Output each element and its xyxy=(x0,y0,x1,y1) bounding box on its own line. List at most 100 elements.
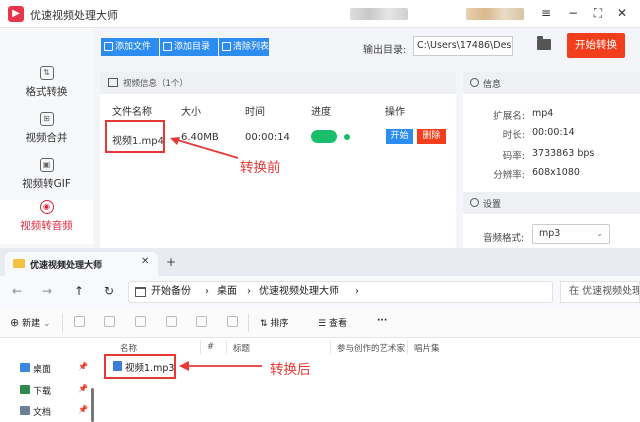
info-value-resolution: 608x1080 xyxy=(532,167,580,178)
file-panel-header: 视频信息（1个） xyxy=(100,72,456,94)
annotation-before: 转换前 xyxy=(240,160,281,176)
col-header-action: 操作 xyxy=(385,107,405,118)
breadcrumb-separator: › xyxy=(355,286,359,297)
sidebar-item-audio[interactable]: ◉ 视频转音频 xyxy=(0,200,93,244)
info-value-ext: mp4 xyxy=(532,108,554,119)
chevron-down-icon: ⌄ xyxy=(42,319,51,329)
output-dir-label: 输出目录: xyxy=(363,45,407,56)
arrow-icon xyxy=(179,361,262,371)
arrow-icon xyxy=(170,137,239,159)
minimize-icon[interactable]: − xyxy=(565,5,581,21)
share-icon[interactable] xyxy=(196,316,207,327)
breadcrumb-item[interactable]: 桌面 xyxy=(217,282,237,302)
info-value-bitrate: 3733863 bps xyxy=(532,148,595,159)
col-header-name: 文件名称 xyxy=(112,107,152,118)
col-header-album[interactable]: 唱片集 xyxy=(414,342,440,354)
start-button[interactable]: 开始 xyxy=(386,129,413,144)
audio-format-select[interactable]: mp3 ⌄ xyxy=(532,224,610,244)
sidebar-item-label: 视频转音频 xyxy=(20,220,73,232)
rename-icon[interactable] xyxy=(166,316,177,327)
new-tab-button[interactable]: + xyxy=(166,255,176,269)
folder-icon[interactable] xyxy=(537,36,551,50)
start-convert-button[interactable]: 开始转换 xyxy=(567,33,625,58)
app-title: 优速视频处理大师 xyxy=(30,9,118,22)
pin-icon: 📌 xyxy=(78,384,88,393)
add-file-button[interactable]: 添加文件 xyxy=(101,38,159,56)
delete-icon[interactable] xyxy=(227,316,238,327)
format-convert-icon: ⇅ xyxy=(39,66,54,80)
up-icon[interactable]: ↑ xyxy=(74,284,84,298)
close-icon[interactable]: ✕ xyxy=(614,5,630,21)
col-header-size: 大小 xyxy=(181,107,201,118)
highlight-box xyxy=(105,120,165,153)
highlight-box xyxy=(104,354,176,379)
progress-toggle[interactable] xyxy=(311,130,337,143)
pin-icon: 📌 xyxy=(78,405,88,414)
home-icon xyxy=(135,287,146,297)
info-key: 时长: xyxy=(502,130,525,141)
file-explorer-window: 优速视频处理大师 ✕ + ← → ↑ ↻ 开始备份 › 桌面 › 优速视频处理大… xyxy=(0,248,640,422)
info-key: 分辨率: xyxy=(493,170,525,181)
cut-icon[interactable] xyxy=(74,316,85,327)
divider xyxy=(200,340,201,354)
file-list-panel: 视频信息（1个） 文件名称 大小 时间 进度 操作 视频1.mp4 6.40MB… xyxy=(100,72,456,248)
output-path-field[interactable]: C:\Users\17486\Deskto xyxy=(413,36,513,56)
sidebar-item-gif[interactable]: ▣ 视频转GIF xyxy=(0,158,93,202)
sidebar-item-format-convert[interactable]: ⇅ 格式转换 xyxy=(0,66,93,110)
delete-button[interactable]: 删除 xyxy=(417,129,446,144)
col-header-title[interactable]: 标题 xyxy=(233,342,250,354)
audio-format-label: 音频格式: xyxy=(483,233,525,244)
annotation-after: 转换后 xyxy=(270,362,311,378)
file-time-cell: 00:00:14 xyxy=(245,132,290,143)
more-icon[interactable]: ··· xyxy=(377,316,387,326)
paste-icon[interactable] xyxy=(135,316,146,327)
refresh-icon[interactable]: ↻ xyxy=(104,284,114,298)
merge-icon: ⊞ xyxy=(39,112,54,126)
scrollbar[interactable] xyxy=(91,388,94,422)
clear-list-button[interactable]: 清除列表 xyxy=(219,38,269,56)
back-icon[interactable]: ← xyxy=(12,284,22,298)
col-header-time: 时间 xyxy=(245,107,265,118)
info-panel: 信息 扩展名: mp4 时长: 00:00:14 码率: 3733863 bps… xyxy=(463,72,640,248)
copy-icon[interactable] xyxy=(104,316,115,327)
sort-icon: ⇅ xyxy=(260,319,268,329)
sidebar-item-label: 视频合并 xyxy=(25,132,68,144)
col-header-number[interactable]: # xyxy=(207,342,214,352)
col-header-name[interactable]: 名称 xyxy=(120,342,137,354)
app-logo-icon: ▶ xyxy=(8,6,24,22)
divider xyxy=(62,314,63,332)
view-button[interactable]: ☰ 查看 xyxy=(318,316,347,329)
info-key: 码率: xyxy=(502,151,525,162)
explorer-tab[interactable]: 优速视频处理大师 ✕ xyxy=(5,252,158,276)
desktop-icon xyxy=(20,363,30,372)
gear-icon xyxy=(470,198,479,207)
add-file-icon xyxy=(104,42,113,51)
document-icon xyxy=(20,406,30,415)
address-bar[interactable]: 开始备份 › 桌面 › 优速视频处理大师 › xyxy=(128,281,553,303)
title-bar: ▶ 优速视频处理大师 ≡ − ⛶ ✕ xyxy=(0,0,640,28)
col-header-progress: 进度 xyxy=(311,107,331,118)
sidebar-item-merge[interactable]: ⊞ 视频合并 xyxy=(0,112,93,156)
col-header-artist[interactable]: 参与创作的艺术家 xyxy=(337,342,405,354)
add-dir-button[interactable]: 添加目录 xyxy=(160,38,218,56)
divider xyxy=(248,314,249,332)
blurred-account-info xyxy=(466,8,524,20)
maximize-icon[interactable]: ⛶ xyxy=(590,5,606,21)
breadcrumb-item[interactable]: 开始备份 xyxy=(151,282,191,302)
breadcrumb-item[interactable]: 优速视频处理大师 xyxy=(259,282,339,302)
sort-button[interactable]: ⇅ 排序 xyxy=(260,316,288,329)
new-button[interactable]: ⊕ 新建 ⌄ xyxy=(10,316,51,329)
forward-icon[interactable]: → xyxy=(42,284,52,298)
info-value-duration: 00:00:14 xyxy=(532,127,575,138)
tab-close-icon[interactable]: ✕ xyxy=(141,256,149,267)
menu-icon[interactable]: ≡ xyxy=(538,5,554,21)
sidebar: ⇅ 格式转换 ⊞ 视频合并 ▣ 视频转GIF ◉ 视频转音频 xyxy=(0,28,93,248)
gif-icon: ▣ xyxy=(39,158,54,172)
toolbar: 添加文件 添加目录 清除列表 输出目录: C:\Users\17486\Desk… xyxy=(93,28,640,68)
divider xyxy=(330,340,331,354)
trash-icon xyxy=(222,42,231,51)
divider xyxy=(407,340,408,354)
pin-icon: 📌 xyxy=(78,362,88,371)
search-input[interactable]: 在 优速视频处理大师 xyxy=(560,281,640,303)
chevron-down-icon: ⌄ xyxy=(596,229,603,238)
